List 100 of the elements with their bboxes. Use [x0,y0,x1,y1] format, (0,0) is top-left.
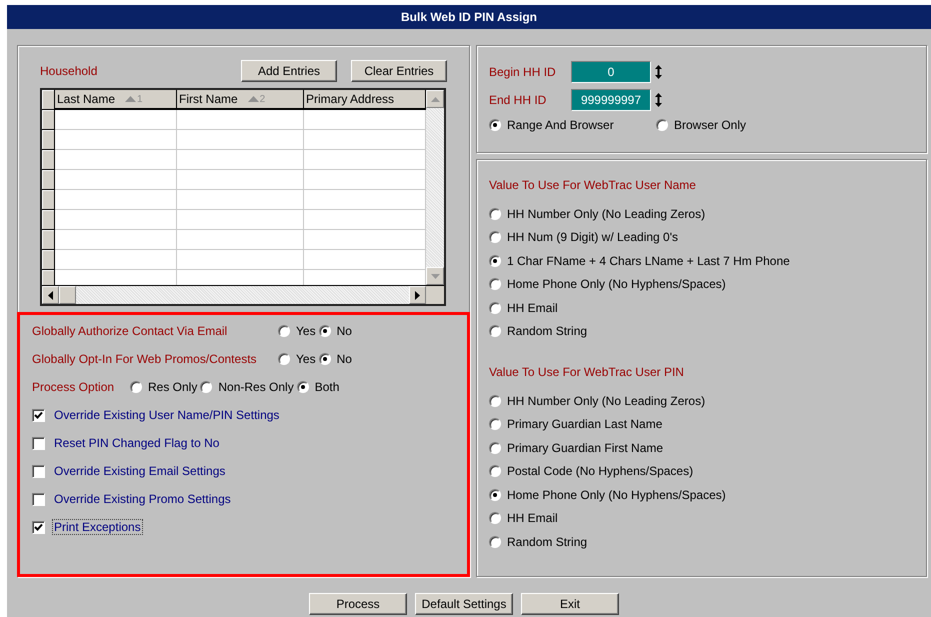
radio-label[interactable]: HH Email [507,511,558,526]
select-all-corner[interactable] [42,90,54,110]
checkbox-label[interactable]: Override Existing Promo Settings [52,491,233,507]
radio-button[interactable] [489,536,501,548]
radio-button[interactable] [296,381,309,393]
radio-label[interactable]: No [336,324,352,338]
dialog-button[interactable]: Process [309,593,407,615]
radio-button[interactable] [489,512,501,524]
radio-button[interactable] [200,381,212,393]
window-title: Bulk Web ID PIN Assign [400,10,538,24]
left-arrow-icon [48,290,53,300]
row-selector[interactable] [42,130,54,150]
radio-button[interactable] [656,119,668,131]
radio-button[interactable] [489,465,501,478]
radio-label[interactable]: Non-Res Only [218,380,294,394]
dialog-button[interactable]: Exit [521,593,619,615]
radio-label[interactable]: No [336,352,352,366]
column-header[interactable]: First Name 2 [177,90,304,110]
vertical-scrollbar[interactable] [426,90,444,285]
radio-button[interactable] [318,325,331,337]
row-selector[interactable] [42,230,54,250]
sort-ascending-icon [248,96,259,102]
scroll-left-button[interactable] [42,286,59,304]
radio-button[interactable] [489,231,501,244]
dialog-button[interactable]: Default Settings [415,593,513,615]
option-label: Globally Opt-In For Web Promos/Contests [32,352,258,366]
column-header[interactable]: Last Name 1 [55,90,177,110]
scroll-up-button[interactable] [426,90,444,108]
radio-label[interactable]: Random String [507,534,588,549]
field-label: Begin HH ID [489,65,557,79]
grid-action-button[interactable]: Add Entries [241,60,337,82]
radio-label[interactable]: Postal Code (No Hyphens/Spaces) [507,464,694,478]
radio-button[interactable] [489,488,501,501]
column-header[interactable]: Primary Address [304,90,426,110]
radio-button[interactable] [489,442,501,454]
row-selector[interactable] [42,170,54,190]
checkbox-label[interactable]: Reset PIN Changed Flag to No [52,435,222,451]
scroll-right-button[interactable] [409,286,426,304]
section-heading: Value To Use For WebTrac User PIN [489,364,685,381]
radio-label[interactable]: Both [314,380,340,394]
radio-button[interactable] [489,325,501,338]
down-arrow-icon [430,274,440,278]
sort-ascending-icon [125,96,136,102]
spinner-icon[interactable] [655,65,662,79]
checkbox[interactable] [32,520,45,534]
row-selector[interactable] [42,250,54,270]
radio-label[interactable]: Primary Guardian First Name [507,440,664,455]
scroll-down-button[interactable] [426,267,444,285]
up-arrow-icon [430,96,440,102]
radio-label[interactable]: HH Number Only (No Leading Zeros) [507,206,706,221]
scroll-thumb[interactable] [59,286,76,304]
spinner-icon[interactable] [655,93,662,107]
checkbox[interactable] [32,492,45,506]
radio-button[interactable] [489,418,501,430]
grid-action-button[interactable]: Clear Entries [351,60,447,82]
right-arrow-icon [415,290,420,300]
radio-button[interactable] [278,353,290,365]
household-label: Household [40,64,98,78]
radio-button[interactable] [130,381,142,393]
radio-button[interactable] [489,394,501,407]
radio-label[interactable]: Res Only [148,380,198,394]
field-label: End HH ID [489,93,548,107]
radio-label[interactable]: Home Phone Only (No Hyphens/Spaces) [507,277,726,292]
section-heading: Value To Use For WebTrac User Name [489,177,697,194]
radio-label[interactable]: Yes [296,324,316,338]
row-selector[interactable] [42,110,54,130]
radio-button[interactable] [489,254,501,267]
sort-order: 2 [260,94,266,104]
row-selector[interactable] [42,150,54,170]
radio-label[interactable]: Home Phone Only (No Hyphens/Spaces) [507,488,726,502]
checkbox[interactable] [32,464,45,478]
radio-label[interactable]: 1 Char FName + 4 Chars LName + Last 7 Hm Phone [507,254,790,268]
id-field[interactable]: 999999997 [571,89,651,111]
checkbox-label[interactable]: Print Exceptions [52,519,143,535]
scrollbar-corner [426,286,444,304]
option-label: Process Option [32,380,116,394]
radio-button[interactable] [489,302,501,314]
radio-button[interactable] [489,208,501,220]
checkbox[interactable] [32,408,45,422]
radio-button[interactable] [489,278,501,290]
radio-button[interactable] [318,353,331,365]
radio-button[interactable] [278,325,290,337]
id-field[interactable]: 0 [571,61,651,83]
radio-label[interactable]: HH Email [507,300,558,315]
sort-order: 1 [137,94,143,104]
checkbox-label[interactable]: Override Existing Email Settings [52,463,228,479]
row-selector[interactable] [42,210,54,230]
radio-button[interactable] [489,119,501,131]
radio-label[interactable]: Range And Browser [507,118,614,132]
checkbox[interactable] [32,436,45,450]
radio-label[interactable]: Browser Only [674,118,746,132]
radio-label[interactable]: HH Num (9 Digit) w/ Leading 0's [507,230,678,244]
checkbox-label[interactable]: Override Existing User Name/PIN Settings [52,407,282,423]
radio-label[interactable]: Yes [296,352,316,366]
radio-label[interactable]: HH Number Only (No Leading Zeros) [507,394,706,408]
radio-label[interactable]: Random String [507,324,588,338]
radio-label[interactable]: Primary Guardian Last Name [507,417,662,432]
horizontal-scrollbar[interactable] [42,285,444,304]
row-selector[interactable] [42,190,54,210]
option-label: Globally Authorize Contact Via Email [32,324,228,338]
